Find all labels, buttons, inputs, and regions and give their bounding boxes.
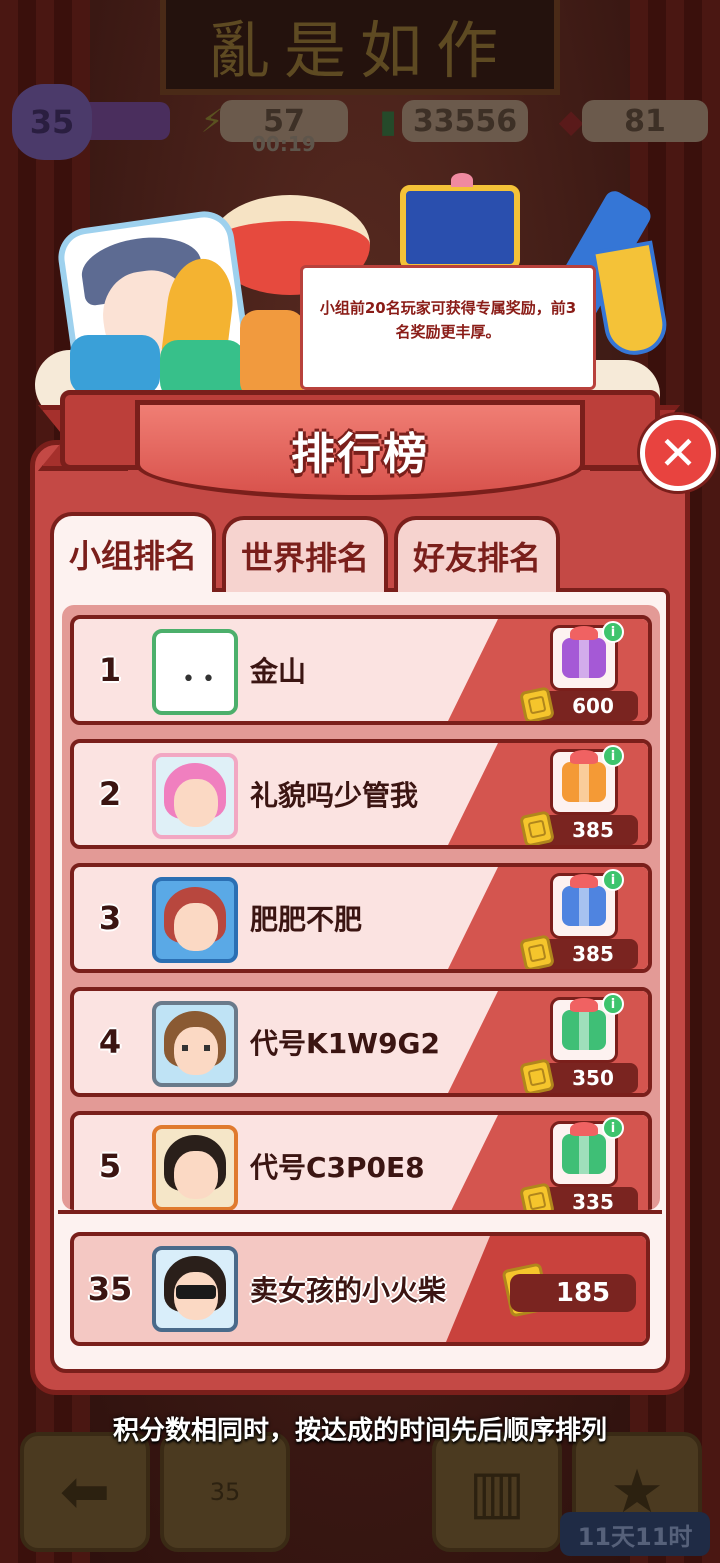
player-name: 金山 xyxy=(250,655,307,688)
tab-label: 世界排名 xyxy=(240,539,369,577)
ranking-row[interactable]: 2 礼貌吗少管我 i 385 xyxy=(70,739,652,849)
my-player-name: 卖女孩的小火柴 xyxy=(250,1274,447,1307)
my-score: 185 xyxy=(510,1274,636,1312)
tab-group-ranking[interactable]: 小组排名 xyxy=(50,512,216,592)
ticket-icon xyxy=(519,810,555,845)
player-name: 代号C3P0E8 xyxy=(250,1151,425,1184)
ranking-row[interactable]: 3 肥肥不肥 i 385 xyxy=(70,863,652,973)
orange-gift-decoration xyxy=(240,310,305,400)
my-avatar xyxy=(152,1246,238,1332)
ranking-row[interactable]: 1 • • 金山 i 600 xyxy=(70,615,652,725)
panel-title: 排行榜 xyxy=(291,429,429,480)
rank-number: 5 xyxy=(98,1147,122,1185)
tab-label: 小组排名 xyxy=(68,537,197,575)
event-timer: 11天11时 xyxy=(560,1512,710,1556)
dark-hair-avatar xyxy=(152,1125,238,1210)
info-icon[interactable]: i xyxy=(602,1117,624,1139)
rank-number: 3 xyxy=(98,899,122,937)
energy-timer: 00:19 xyxy=(252,132,316,156)
gift-icon xyxy=(562,1122,606,1174)
tab-label: 好友排名 xyxy=(412,539,541,577)
shop-basket-button: ▥ xyxy=(432,1432,562,1552)
blue-gift-decoration xyxy=(70,335,160,395)
gift-icon xyxy=(562,998,606,1050)
close-button[interactable]: ✕ xyxy=(640,415,716,491)
gift-icon xyxy=(562,626,606,678)
tab-world-ranking[interactable]: 世界排名 xyxy=(222,516,388,592)
reward-tip-note: 小组前20名玩家可获得专属奖励，前3名奖励更丰厚。 xyxy=(300,265,596,390)
rank-number: 1 xyxy=(98,651,122,689)
back-arrow-button: ⬅ xyxy=(20,1432,150,1552)
gem-counter: 81 xyxy=(582,100,708,142)
player-name: 礼貌吗少管我 xyxy=(250,779,419,812)
ranking-list[interactable]: 1 • • 金山 i 600 2 礼貌吗少管我 i 385 3 肥肥不肥 i 3… xyxy=(62,605,660,1210)
redhead-avatar xyxy=(152,877,238,963)
info-icon[interactable]: i xyxy=(602,621,624,643)
close-icon: ✕ xyxy=(658,426,698,480)
level-badge: 35 xyxy=(12,84,92,160)
ticket-icon xyxy=(519,686,555,721)
cash-counter: 33556 xyxy=(402,100,528,142)
ticket-icon xyxy=(519,934,555,969)
glasses-avatar xyxy=(152,1001,238,1087)
gift-icon xyxy=(562,874,606,926)
list-divider xyxy=(58,1210,662,1214)
ranking-row[interactable]: 4 代号K1W9G2 i 350 xyxy=(70,987,652,1097)
title-plate: 排行榜 xyxy=(135,400,585,500)
blue-treasure-decoration xyxy=(400,173,520,270)
player-name: 代号K1W9G2 xyxy=(250,1027,441,1060)
gift-icon xyxy=(562,750,606,802)
reward-tip-text: 小组前20名玩家可获得专属奖励，前3名奖励更丰厚。 xyxy=(319,299,577,341)
tab-friend-ranking[interactable]: 好友排名 xyxy=(394,516,560,592)
rank-number: 4 xyxy=(98,1023,122,1061)
level-progress-bar xyxy=(85,102,170,140)
stage-banner: 亂是如作 xyxy=(160,0,560,95)
tie-rule-note: 积分数相同时，按达成的时间先后顺序排列 xyxy=(112,1416,607,1446)
info-icon[interactable]: i xyxy=(602,993,624,1015)
info-icon[interactable]: i xyxy=(602,745,624,767)
player-name: 肥肥不肥 xyxy=(250,903,363,936)
trophy-button: 35 xyxy=(160,1432,290,1552)
my-rank-number: 35 xyxy=(87,1270,133,1308)
trophy-level: 35 xyxy=(209,1478,241,1506)
info-icon[interactable]: i xyxy=(602,869,624,891)
ranking-row[interactable]: 5 代号C3P0E8 i 335 xyxy=(70,1111,652,1210)
ticket-icon xyxy=(519,1058,555,1093)
my-ranking-row[interactable]: 35 卖女孩的小火柴 185 xyxy=(70,1232,650,1346)
cat-avatar: • • xyxy=(152,629,238,715)
rank-number: 2 xyxy=(98,775,122,813)
pink-hair-avatar xyxy=(152,753,238,839)
